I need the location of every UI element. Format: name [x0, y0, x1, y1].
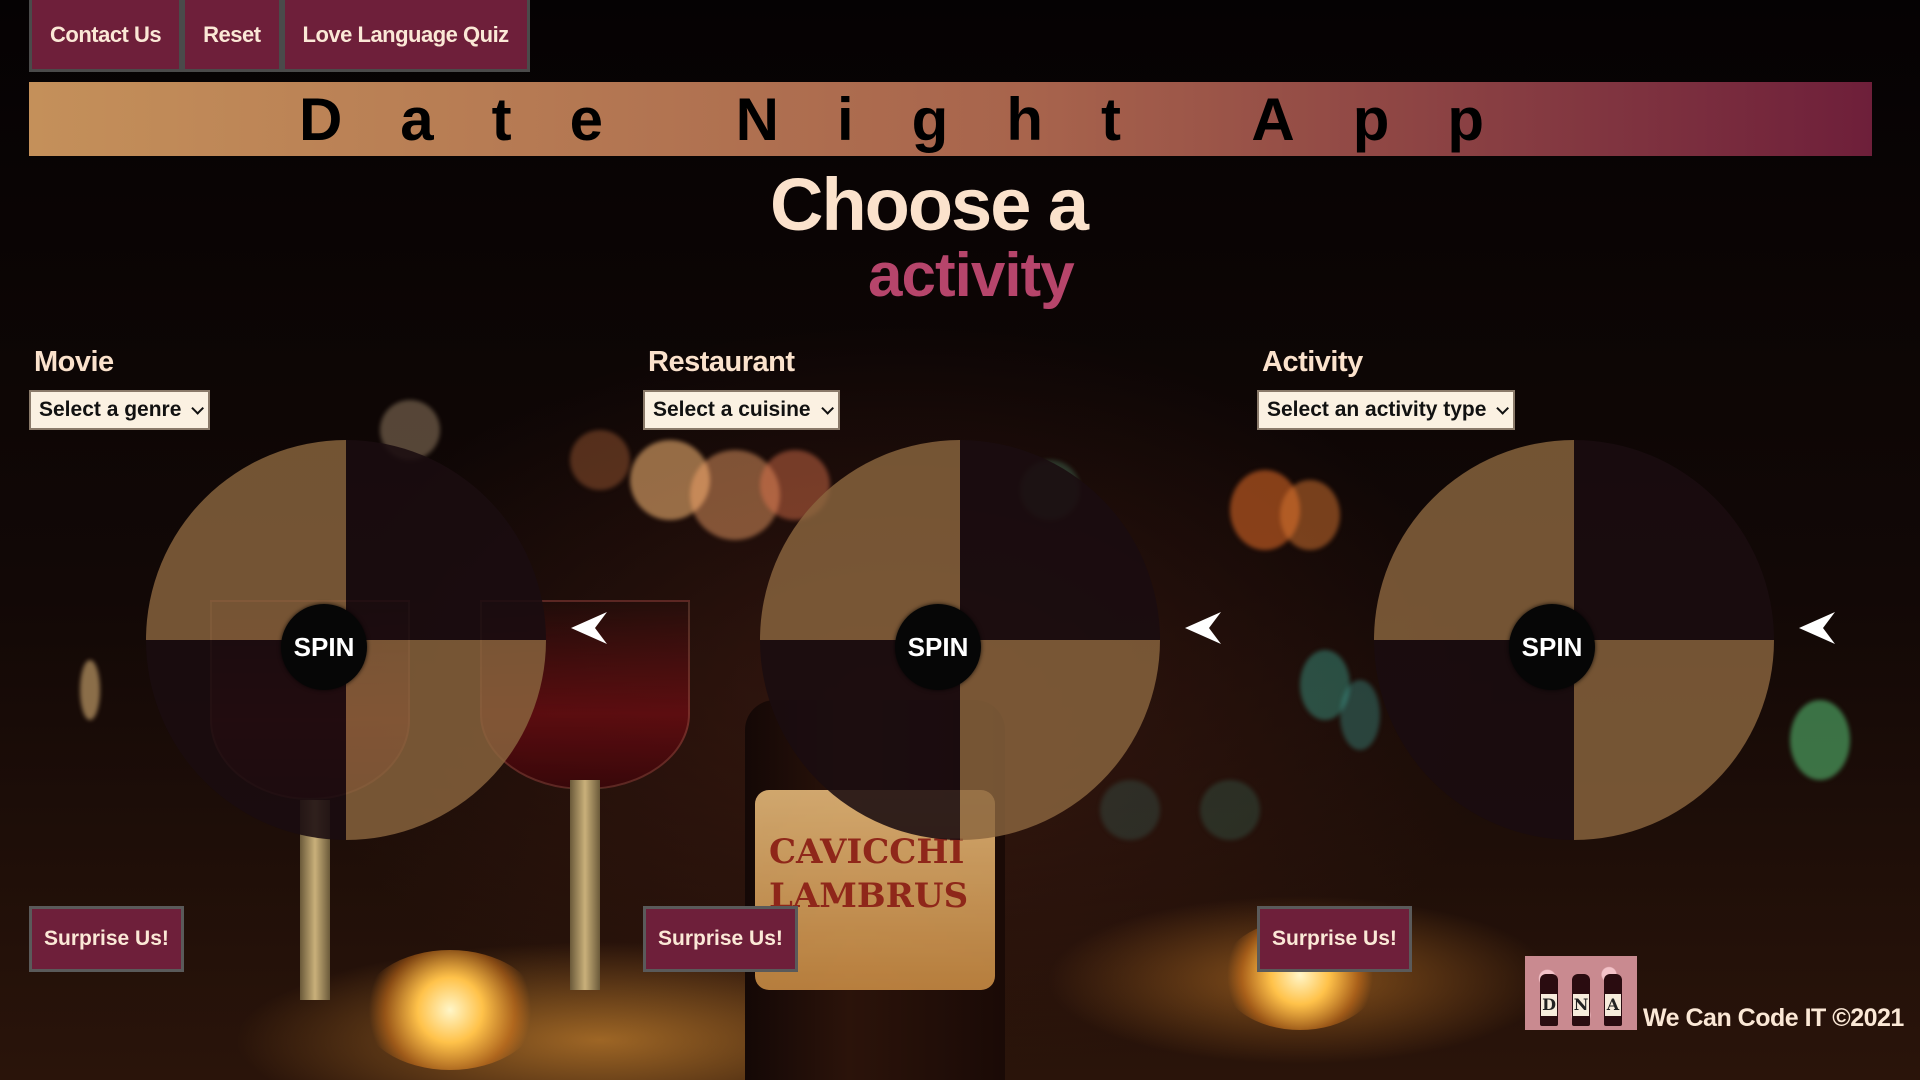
restaurant-surprise-button[interactable]: Surprise Us! — [643, 906, 798, 972]
activity-type-select-value: Select an activity type — [1267, 398, 1487, 421]
love-language-quiz-button[interactable]: Love Language Quiz — [281, 0, 530, 72]
restaurant-spin-button[interactable]: SPIN — [895, 604, 981, 690]
page-heading: Choose a — [770, 163, 1089, 246]
arrow-pointer-icon — [1185, 612, 1221, 644]
copyright-text: We Can Code IT ©2021 — [1643, 1004, 1904, 1032]
cuisine-select-value: Select a cuisine — [653, 398, 811, 421]
reset-button[interactable]: Reset — [182, 0, 282, 72]
wheel-segment — [1574, 440, 1774, 640]
arrow-pointer-icon — [571, 612, 607, 644]
movie-label: Movie — [34, 346, 114, 378]
genre-select-value: Select a genre — [39, 398, 182, 421]
restaurant-column: Restaurant Select a cuisine SPIN Surpris… — [643, 346, 1221, 986]
movie-surprise-button[interactable]: Surprise Us! — [29, 906, 184, 972]
logo-bottle — [1540, 974, 1558, 1026]
activity-surprise-button[interactable]: Surprise Us! — [1257, 906, 1412, 972]
chevron-down-icon — [1496, 401, 1510, 415]
wheel-segment — [960, 640, 1160, 840]
restaurant-label: Restaurant — [648, 346, 795, 378]
dna-logo — [1525, 956, 1637, 1030]
cuisine-select[interactable]: Select a cuisine — [643, 390, 840, 430]
wheel-segment — [346, 640, 546, 840]
contact-us-button[interactable]: Contact Us — [29, 0, 183, 72]
activity-spin-button[interactable]: SPIN — [1509, 604, 1595, 690]
activity-type-select[interactable]: Select an activity type — [1257, 390, 1516, 430]
movie-spin-button[interactable]: SPIN — [281, 604, 367, 690]
movie-column: Movie Select a genre SPIN Surprise Us! — [29, 346, 607, 986]
app-title: Date Night App — [298, 85, 1543, 153]
wheel-segment — [960, 440, 1160, 640]
top-nav: Contact Us Reset Love Language Quiz — [29, 0, 530, 72]
wheel-segment — [346, 440, 546, 640]
logo-bottle — [1604, 974, 1622, 1026]
activity-column: Activity Select an activity type SPIN Su… — [1257, 346, 1835, 986]
logo-bottle — [1572, 974, 1590, 1026]
wheel-segment — [1574, 640, 1774, 840]
chevron-down-icon — [191, 401, 205, 415]
title-banner: Date Night App — [29, 82, 1872, 156]
chevron-down-icon — [820, 401, 834, 415]
page-subheading: activity — [868, 241, 1075, 310]
arrow-pointer-icon — [1799, 612, 1835, 644]
activity-label: Activity — [1262, 346, 1363, 378]
genre-select[interactable]: Select a genre — [29, 390, 211, 430]
